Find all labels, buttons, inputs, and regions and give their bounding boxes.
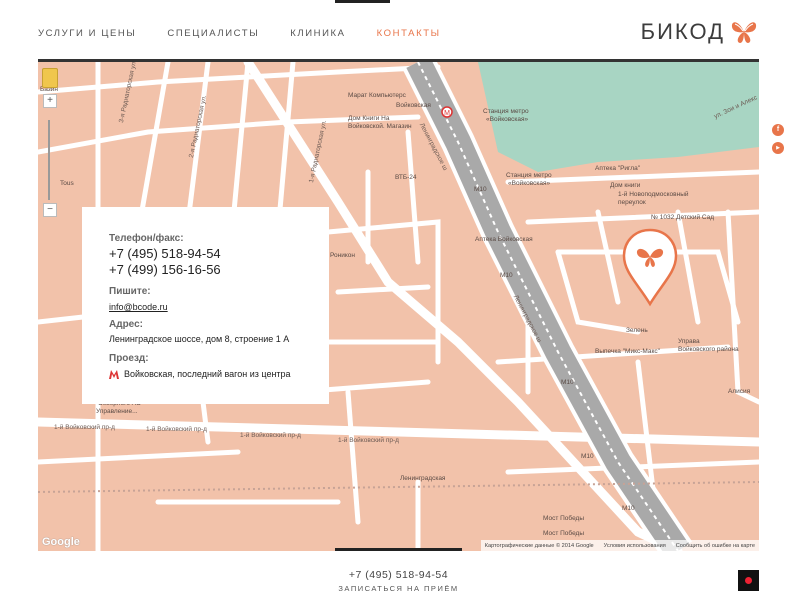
map-label: ВТБ-24 xyxy=(395,174,417,181)
report-error-link[interactable]: Сообщить об ошибке на карте xyxy=(676,543,755,549)
logo-text: БИКОД xyxy=(640,19,725,44)
map-label: Войковская xyxy=(396,102,431,109)
map-label: Станция метро xyxy=(483,108,529,115)
facebook-icon[interactable]: f xyxy=(772,124,784,136)
footer-divider xyxy=(335,548,462,551)
phone-label: Телефон/факс: xyxy=(109,233,184,244)
terms-link[interactable]: Условия использования xyxy=(604,543,666,549)
route-line: Войковская, последний вагон из центра xyxy=(109,369,319,379)
nav-item-specialists[interactable]: СПЕЦИАЛИСТЫ xyxy=(167,28,259,39)
google-logo[interactable]: Google xyxy=(42,536,80,548)
contact-card: Телефон/факс: +7 (495) 518-94-54 +7 (499… xyxy=(82,207,329,404)
map-label: Аптека Войковская xyxy=(475,236,533,243)
address-label: Адрес: xyxy=(109,319,143,330)
map-label: Зелень xyxy=(626,327,648,334)
road-badge: М10 xyxy=(500,272,513,279)
youtube-icon[interactable]: ▶ xyxy=(772,142,784,154)
main-nav: УСЛУГИ И ЦЕНЫ СПЕЦИАЛИСТЫ КЛИНИКА КОНТАК… xyxy=(38,28,472,39)
butterfly-icon xyxy=(731,22,757,43)
map-label: Войковской. Магазин xyxy=(348,123,412,130)
nav-item-services[interactable]: УСЛУГИ И ЦЕНЫ xyxy=(38,28,136,39)
map-zoom-control: + − xyxy=(42,68,58,218)
active-nav-indicator xyxy=(335,0,390,3)
map-data-credit: Картографические данные © 2014 Google xyxy=(484,542,594,549)
metro-m-icon xyxy=(109,369,119,379)
phone-2[interactable]: +7 (499) 156-16-56 xyxy=(109,262,319,278)
site-header: УСЛУГИ И ЦЕНЫ СПЕЦИАЛИСТЫ КЛИНИКА КОНТАК… xyxy=(0,0,797,62)
map-label: Дом книги xyxy=(610,182,641,189)
map-label: Мост Победы xyxy=(543,515,585,522)
zoom-out-button[interactable]: − xyxy=(43,203,57,217)
email-link[interactable]: info@bcode.ru xyxy=(109,302,168,312)
map-label: Войковского района xyxy=(678,346,739,353)
nav-item-contacts[interactable]: КОНТАКТЫ xyxy=(377,28,441,39)
road-badge: М10 xyxy=(581,453,594,460)
road-badge: М10 xyxy=(474,186,487,193)
map-label: Мост Победы xyxy=(543,530,585,537)
street-label: 1-й Войковский пр-д xyxy=(240,432,301,439)
map-label: 1-й Новоподмосковный xyxy=(618,191,689,198)
record-button[interactable] xyxy=(738,570,759,591)
street-label: 1-й Войковский пр-д xyxy=(338,437,399,444)
map-label: Марат Компьютерс xyxy=(348,92,406,99)
map-label: № 1032 Детский Сад xyxy=(651,214,715,221)
book-appointment-link[interactable]: ЗАПИСАТЬСЯ НА ПРИЁМ xyxy=(0,584,797,593)
map-attribution: Картографические данные © 2014 Google Ус… xyxy=(480,540,759,551)
svg-text:M: M xyxy=(444,110,450,117)
map-label: Tous xyxy=(60,180,74,187)
map-label: переулок xyxy=(618,199,646,206)
map-label: «Войковская» xyxy=(508,180,551,187)
zoom-in-button[interactable]: + xyxy=(43,94,57,108)
street-label: 1-й Войковский пр-д xyxy=(54,424,115,431)
route-label: Проезд: xyxy=(109,353,149,364)
map-label: Дом Книги На xyxy=(348,115,390,122)
map-label: Алисия xyxy=(728,388,751,395)
nav-item-clinic[interactable]: КЛИНИКА xyxy=(290,28,345,39)
map-label: Выпечка "Микс-Макс" xyxy=(595,348,660,355)
map-label: Управление... xyxy=(96,408,138,415)
zoom-slider-track[interactable] xyxy=(48,120,50,200)
logo[interactable]: БИКОД xyxy=(641,18,759,46)
address-text: Ленинградское шоссе, дом 8, строение 1 А xyxy=(109,334,290,344)
route-text: Войковская, последний вагон из центра xyxy=(124,369,291,379)
footer-phone[interactable]: +7 (495) 518-94-54 xyxy=(0,569,797,581)
map-label: Роникон xyxy=(330,252,356,259)
street-label: 1-й Войковский пр-д xyxy=(146,426,207,433)
street-view-pegman-icon[interactable] xyxy=(42,68,58,88)
map-label: Станция метро xyxy=(506,172,552,179)
map-label: «Войковская» xyxy=(486,116,529,123)
phone-1[interactable]: +7 (495) 518-94-54 xyxy=(109,246,319,262)
road-badge: М10 xyxy=(622,505,635,512)
email-label: Пишите: xyxy=(109,286,151,297)
road-badge: М10 xyxy=(561,379,574,386)
clinic-marker-icon[interactable] xyxy=(622,228,678,324)
map-label: Аптека "Ригла" xyxy=(595,165,640,172)
map-label: Ленинградская xyxy=(400,475,446,482)
map-label: Управа xyxy=(678,338,700,345)
